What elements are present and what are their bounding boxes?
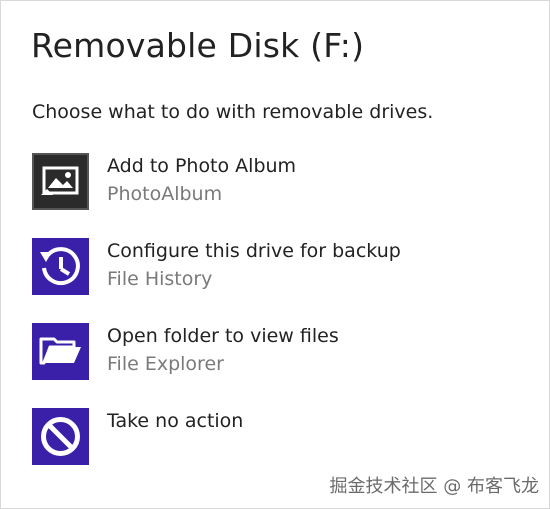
option-label: Configure this drive for backup: [107, 240, 401, 262]
folder-open-icon: [39, 337, 81, 365]
photo-album-icon: [32, 153, 89, 210]
option-sublabel: PhotoAlbum: [107, 183, 223, 205]
option-open-folder[interactable]: Open folder to view files File Explorer: [32, 323, 512, 385]
no-action-icon: [41, 417, 80, 456]
option-sublabel: File Explorer: [107, 353, 224, 375]
option-label: Take no action: [107, 410, 244, 432]
file-history-tile: [32, 238, 89, 295]
option-label: Add to Photo Album: [107, 155, 297, 177]
dialog-prompt: Choose what to do with removable drives.: [32, 101, 434, 123]
history-clock-icon: [40, 247, 80, 286]
option-sublabel: File History: [107, 268, 213, 290]
option-configure-backup[interactable]: Configure this drive for backup File His…: [32, 238, 512, 300]
no-action-tile: [32, 408, 89, 465]
dialog-title: Removable Disk (F:): [31, 26, 365, 65]
file-explorer-tile: [32, 323, 89, 380]
option-label: Open folder to view files: [107, 325, 339, 347]
option-take-no-action[interactable]: Take no action: [32, 408, 512, 470]
option-add-to-photo-album[interactable]: Add to Photo Album PhotoAlbum: [32, 153, 512, 215]
watermark-text: 掘金技术社区 @ 布客飞龙: [329, 476, 539, 497]
autoplay-dialog: Removable Disk (F:) Choose what to do wi…: [0, 0, 550, 509]
photo-album-tile: [32, 153, 89, 210]
